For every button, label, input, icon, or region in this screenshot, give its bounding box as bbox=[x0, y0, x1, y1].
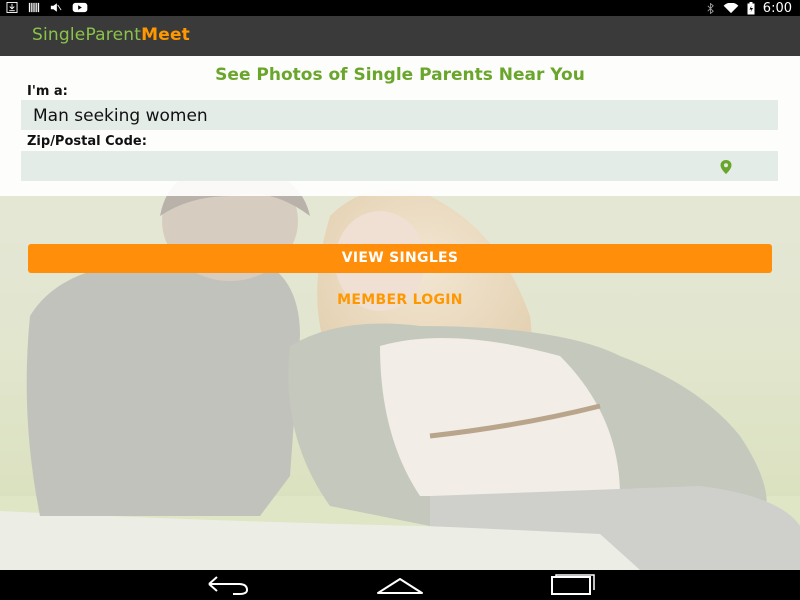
logo-part-parent: Parent bbox=[85, 25, 142, 45]
view-singles-button[interactable]: VIEW SINGLES bbox=[28, 244, 772, 273]
content-area: See Photos of Single Parents Near You I'… bbox=[0, 56, 800, 570]
battery-icon bbox=[747, 1, 755, 14]
logo-part-single: Single bbox=[32, 25, 86, 45]
home-icon[interactable] bbox=[375, 574, 425, 596]
mute-icon bbox=[50, 3, 62, 12]
gender-label: I'm a: bbox=[27, 84, 68, 99]
app-bar: SingleParentMeet bbox=[0, 16, 800, 56]
status-right: 6:00 bbox=[706, 0, 792, 16]
gender-select[interactable]: Man seeking women bbox=[21, 100, 778, 130]
app-logo: SingleParentMeet bbox=[32, 25, 190, 45]
logo-part-meet: Meet bbox=[141, 25, 190, 45]
back-icon[interactable] bbox=[203, 574, 253, 596]
member-login-link[interactable]: MEMBER LOGIN bbox=[0, 292, 800, 308]
status-bar: 6:00 bbox=[0, 0, 800, 16]
barcode-icon bbox=[28, 2, 40, 13]
zip-label: Zip/Postal Code: bbox=[27, 134, 147, 149]
zip-input[interactable] bbox=[21, 151, 778, 181]
bluetooth-icon bbox=[707, 2, 714, 14]
status-time: 6:00 bbox=[762, 0, 792, 16]
location-pin-icon[interactable] bbox=[718, 159, 734, 175]
download-icon bbox=[6, 2, 18, 13]
wifi-icon bbox=[723, 2, 739, 13]
status-left-icons bbox=[6, 2, 88, 13]
recents-icon[interactable] bbox=[548, 574, 598, 596]
screen: 6:00 SingleParentMeet See Photos of Sing… bbox=[0, 0, 800, 600]
gender-select-value: Man seeking women bbox=[33, 106, 208, 126]
headline: See Photos of Single Parents Near You bbox=[215, 65, 585, 85]
navigation-bar bbox=[0, 570, 800, 600]
youtube-icon bbox=[72, 2, 88, 13]
